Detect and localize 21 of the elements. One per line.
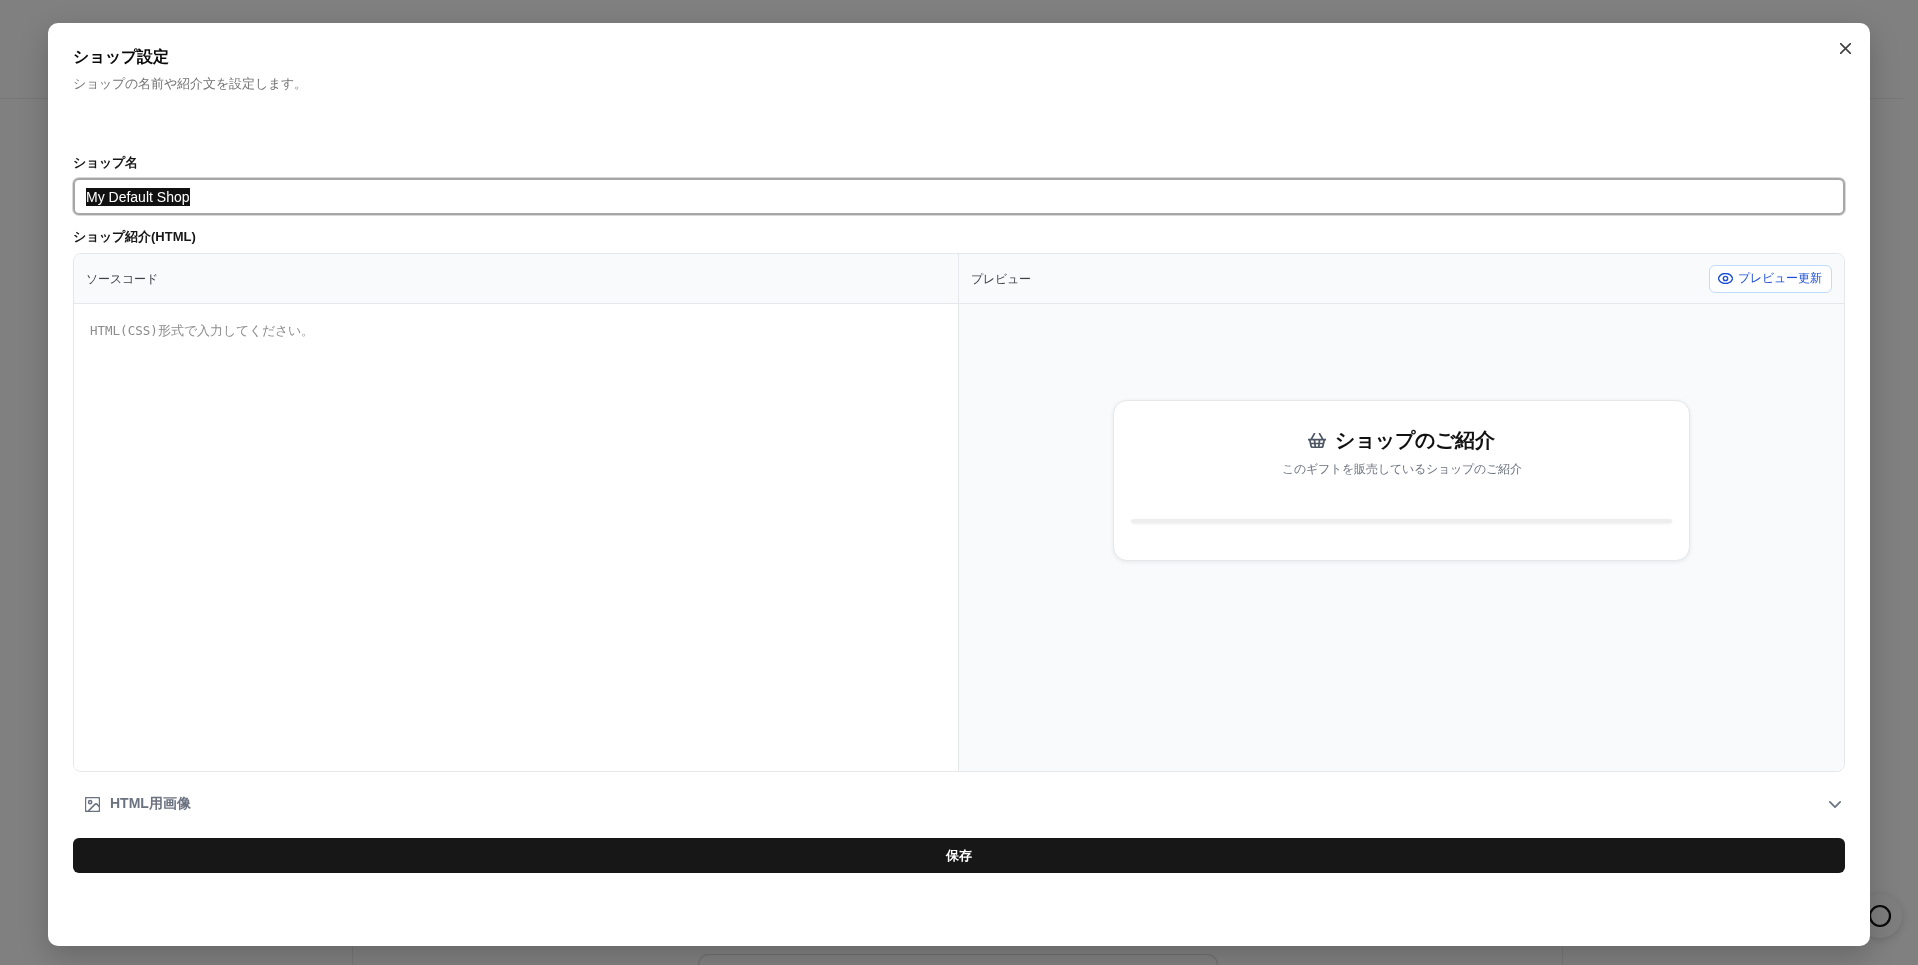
dialog-title: ショップ設定 (73, 47, 169, 67)
basket-icon (1308, 432, 1326, 448)
pane-heading: ソースコード (86, 270, 158, 287)
preview-refresh-button[interactable]: プレビュー更新 (1709, 264, 1832, 293)
shop-name-field[interactable]: My Default Shop (73, 178, 1845, 215)
html-editor[interactable]: ソースコード プレビュー プレビュー更新 HTML(CSS)形式で入力してください。 ショップのご紹介 このギフトを販売しているショップのご紹介 (73, 253, 1845, 772)
close-button[interactable] (1837, 40, 1853, 56)
preview-subtitle: このギフトを販売しているショップのご紹介 (1281, 461, 1522, 477)
field-label: ショップ名 (73, 154, 138, 172)
circle-icon (1868, 904, 1892, 928)
image-icon (85, 796, 100, 812)
close-icon (1839, 42, 1851, 54)
eye-icon (1718, 273, 1733, 284)
chevron-down-icon (1829, 800, 1841, 808)
dialog-description: ショップの名前や紹介文を設定します。 (73, 75, 307, 93)
preview-title: ショップのご紹介 (1335, 428, 1495, 453)
image-section-toggle[interactable]: HTML用画像 (73, 790, 1845, 818)
field-label: ショップ紹介(HTML) (73, 228, 196, 246)
save-button[interactable]: 保存 (73, 838, 1845, 873)
html-source-field[interactable]: HTML(CSS)形式で入力してください。 (74, 304, 959, 771)
pane-heading: プレビュー (971, 270, 1031, 287)
